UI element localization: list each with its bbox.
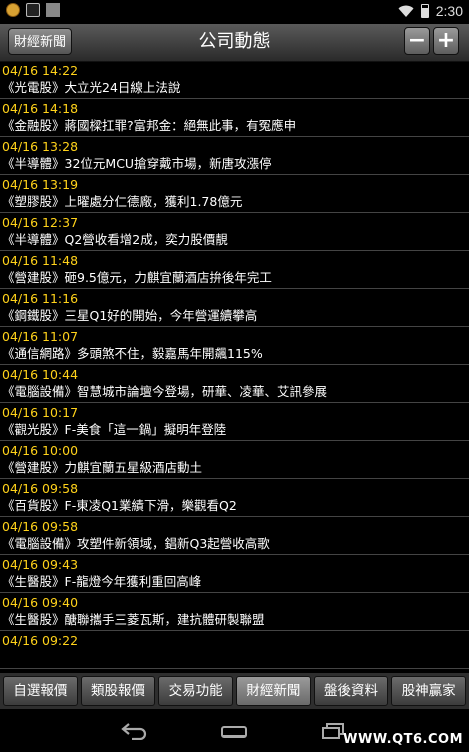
title-bar: 公司動態 財經新聞 − +: [0, 24, 469, 62]
system-nav-bar: WWW.QT6.COM: [0, 709, 469, 752]
news-date: 04/16 13:28: [2, 139, 79, 154]
news-item[interactable]: 04/16 09:40 《生醫股》醣聯攜手三菱瓦斯，建抗體研製聯盟: [0, 593, 469, 631]
news-date: 04/16 14:22: [2, 63, 79, 78]
news-item[interactable]: 04/16 11:48 《營建股》砸9.5億元，力麒宜蘭酒店拚後年完工: [0, 251, 469, 289]
news-date: 04/16 10:44: [2, 367, 79, 382]
news-date: 04/16 09:58: [2, 481, 79, 496]
news-item[interactable]: 04/16 11:16 《鋼鐵股》三星Q1好的開始，今年營運續攀高: [0, 289, 469, 327]
news-item[interactable]: 04/16 13:28 《半導體》32位元MCU搶穿戴市場，新唐攻漲停: [0, 137, 469, 175]
coin-icon: [6, 3, 20, 17]
battery-icon: [420, 4, 429, 18]
news-headline: 《鋼鐵股》三星Q1好的開始，今年營運續攀高: [2, 308, 258, 323]
back-icon[interactable]: [120, 722, 150, 740]
news-headline: 《半導體》Q2營收看增2成，奕力股價靚: [2, 232, 228, 247]
news-item[interactable]: 04/16 14:18 《金融股》蔣國樑扛罪?富邦金：絕無此事，有冤應申: [0, 99, 469, 137]
news-headline: 《生醫股》F-龍燈今年獲利重回高峰: [2, 574, 202, 589]
news-headline: [2, 649, 469, 667]
news-item[interactable]: 04/16 13:19 《塑膠股》上曜處分仁德廠，獲利1.78億元: [0, 175, 469, 213]
news-headline: 《生醫股》醣聯攜手三菱瓦斯，建抗體研製聯盟: [2, 612, 265, 627]
news-item[interactable]: 04/16 09:22: [0, 631, 469, 669]
news-headline: 《營建股》砸9.5億元，力麒宜蘭酒店拚後年完工: [2, 270, 272, 285]
news-item[interactable]: 04/16 10:44 《電腦設備》智慧城市論壇今登場，研華、凌華、艾訊參展: [0, 365, 469, 403]
news-headline: 《百貨股》F-東凌Q1業績下滑，樂觀看Q2: [2, 498, 237, 513]
news-date: 04/16 09:40: [2, 595, 79, 610]
status-time: 2:30: [435, 3, 463, 19]
news-item[interactable]: 04/16 09:58 《電腦設備》攻塑件新領域，錩新Q3起營收高歌: [0, 517, 469, 555]
news-headline: 《金融股》蔣國樑扛罪?富邦金：絕無此事，有冤應申: [2, 118, 297, 133]
news-date: 04/16 10:17: [2, 405, 79, 420]
status-bar: 2:30: [0, 0, 469, 24]
news-date: 04/16 11:07: [2, 329, 79, 344]
tab-after-hours-data[interactable]: 盤後資料: [313, 676, 389, 706]
tab-stock-guru[interactable]: 股神贏家: [391, 676, 467, 706]
news-date: 04/16 09:43: [2, 557, 79, 572]
news-headline: 《電腦設備》攻塑件新領域，錩新Q3起營收高歌: [2, 536, 270, 551]
news-item[interactable]: 04/16 09:58 《百貨股》F-東凌Q1業績下滑，樂觀看Q2: [0, 479, 469, 517]
news-item[interactable]: 04/16 12:37 《半導體》Q2營收看增2成，奕力股價靚: [0, 213, 469, 251]
tab-trading[interactable]: 交易功能: [158, 676, 234, 706]
square-icon: [46, 3, 60, 17]
news-headline: 《營建股》力麒宜蘭五星級酒店動土: [2, 460, 203, 475]
news-headline: 《電腦設備》智慧城市論壇今登場，研華、凌華、艾訊參展: [2, 384, 328, 399]
news-headline: 《光電股》大立光24日線上法說: [2, 80, 181, 95]
zoom-out-button[interactable]: −: [404, 27, 430, 55]
watermark: WWW.QT6.COM: [343, 732, 463, 747]
news-date: 04/16 10:00: [2, 443, 79, 458]
news-item[interactable]: 04/16 09:43 《生醫股》F-龍燈今年獲利重回高峰: [0, 555, 469, 593]
tab-sector-quotes[interactable]: 類股報價: [80, 676, 156, 706]
recent-apps-icon[interactable]: [322, 723, 344, 739]
news-headline: 《半導體》32位元MCU搶穿戴市場，新唐攻漲停: [2, 156, 272, 171]
news-item[interactable]: 04/16 14:22 《光電股》大立光24日線上法說: [0, 61, 469, 99]
news-headline: 《通信網路》多頭煞不住，毅嘉馬年開飆115%: [2, 346, 263, 361]
back-to-news-button[interactable]: 財經新聞: [8, 28, 73, 55]
zoom-in-button[interactable]: +: [433, 27, 459, 55]
news-item[interactable]: 04/16 10:17 《觀光股》F-美食「這一鍋」擬明年登陸: [0, 403, 469, 441]
bottom-tab-bar: 自選報價 類股報價 交易功能 財經新聞 盤後資料 股神贏家: [0, 673, 469, 709]
news-headline: 《觀光股》F-美食「這一鍋」擬明年登陸: [2, 422, 227, 437]
clipboard-icon: [26, 3, 40, 17]
news-item[interactable]: 04/16 11:07 《通信網路》多頭煞不住，毅嘉馬年開飆115%: [0, 327, 469, 365]
news-headline: 《塑膠股》上曜處分仁德廠，獲利1.78億元: [2, 194, 243, 209]
tab-financial-news[interactable]: 財經新聞: [236, 676, 311, 706]
news-date: 04/16 14:18: [2, 101, 79, 116]
news-date: 04/16 09:22: [2, 633, 79, 648]
news-date: 04/16 09:58: [2, 519, 79, 534]
news-item[interactable]: 04/16 10:00 《營建股》力麒宜蘭五星級酒店動土: [0, 441, 469, 479]
news-date: 04/16 13:19: [2, 177, 79, 192]
tab-watchlist-quotes[interactable]: 自選報價: [3, 676, 78, 706]
wifi-icon: [398, 5, 414, 17]
news-date: 04/16 12:37: [2, 215, 79, 230]
news-date: 04/16 11:16: [2, 291, 79, 306]
news-date: 04/16 11:48: [2, 253, 79, 268]
home-icon[interactable]: [221, 726, 247, 738]
news-list[interactable]: 04/16 14:22 《光電股》大立光24日線上法說 04/16 14:18 《金…: [0, 61, 469, 673]
